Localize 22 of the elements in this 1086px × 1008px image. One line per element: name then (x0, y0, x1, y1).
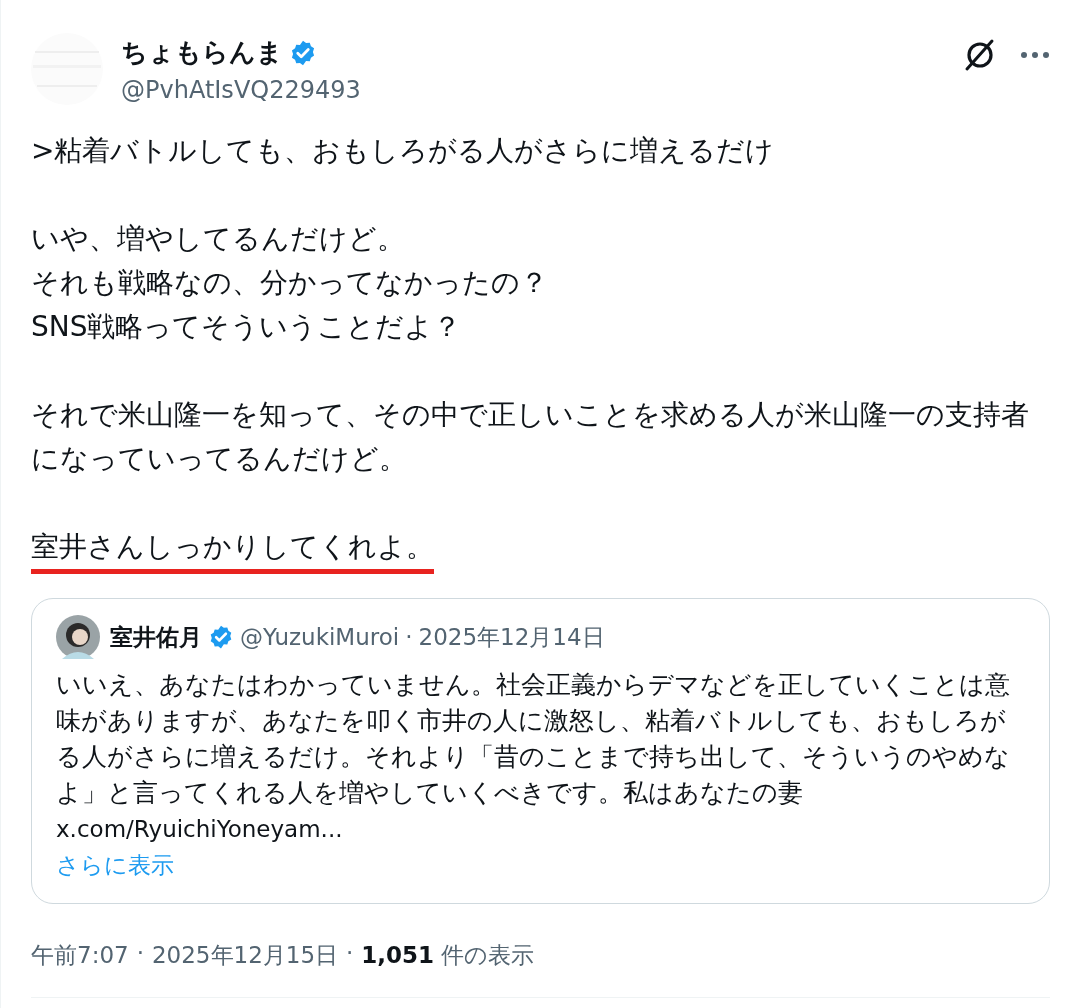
tweet-time[interactable]: 午前7:07 (31, 940, 129, 971)
author-handle[interactable]: @PvhAtIsVQ229493 (121, 76, 361, 104)
separator-dot: · (136, 940, 144, 968)
quoted-link[interactable]: x.com/RyuichiYoneyam... (56, 811, 343, 847)
avatar (56, 615, 100, 659)
tweet-date[interactable]: 2025年12月15日 (151, 940, 339, 971)
quoted-author-handle[interactable]: @YuzukiMuroi (240, 624, 400, 650)
quoted-tweet-text: いいえ、あなたはわかっていません。社会正義からデマなどを正していくことは意味がありますが、あなたを叩く市井の人に激怒し、粘着バトルしても、おもしろがる人がさらに増えるだけ。それより「昔のことまで持ち出して、そういうのやめなよ」と言ってくれる人を増やしていくべきです。私はあなたの妻 (56, 669, 1011, 809)
quoted-date: 2025年12月14日 (418, 622, 605, 652)
separator-dot: · (346, 940, 354, 968)
quoted-tweet-card[interactable] (31, 598, 1050, 904)
tweet-text: それで米山隆一を知って、その中で正しいことを求める人が米山隆一の支持者になっていってるんだけど。 (31, 397, 1030, 477)
tweet-text: いや、増やしてるんだけど。 (31, 221, 406, 257)
quoted-author-name[interactable]: 室井佑月 (110, 621, 202, 653)
tweet-text: SNS戦略ってそういうことだよ？ (31, 309, 463, 345)
tweet-text: それも戦略なの、分かってなかったの？ (31, 265, 549, 301)
tweet-text: 室井さんしっかりしてくれよ。 (31, 529, 434, 565)
view-count: 1,051 件の表示 (361, 941, 535, 970)
separator-dot: · (405, 624, 413, 650)
author-name[interactable]: ちょもらんま (121, 35, 283, 70)
more-icon[interactable] (1020, 51, 1050, 59)
tweet-text: >粘着バトルしても、おもしろがる人がさらに増えるだけ (31, 133, 776, 169)
